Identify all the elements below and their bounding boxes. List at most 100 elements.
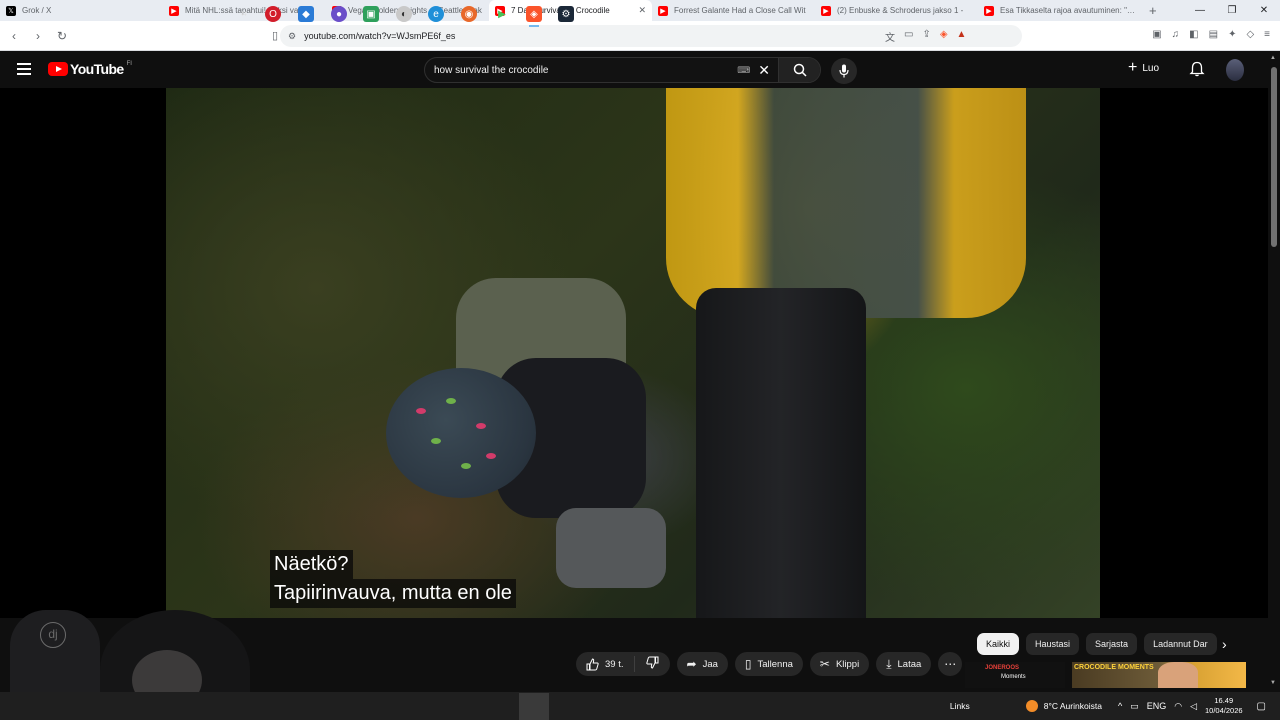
create-label: Luo <box>1142 62 1160 74</box>
youtube-header: YouTube FI how survival the crocodile ⌨ … <box>0 51 1280 88</box>
language-indicator[interactable]: ENG <box>1147 701 1167 711</box>
steam-icon[interactable]: ⚙ <box>558 6 574 22</box>
browser-tab[interactable]: ▶ (2) Enbuske & Schroderus jakso 1 - <box>815 0 978 21</box>
chip-search[interactable]: Haustasi <box>1026 633 1080 655</box>
site-info-icon[interactable]: ⚙ <box>288 31 296 42</box>
opera-icon[interactable]: O <box>265 6 281 22</box>
volume-icon[interactable]: ◁ <box>1190 701 1197 712</box>
share-button[interactable]: ➦ Jaa <box>676 652 728 676</box>
bookmark-save-icon: ▯ <box>744 657 752 671</box>
thumbnail-text: Moments <box>1001 674 1026 680</box>
page-scrollbar[interactable]: ▲ ▼ <box>1268 51 1280 688</box>
download-label: Lataa <box>897 658 922 670</box>
files-icon[interactable]: ◆ <box>298 6 314 22</box>
video-player[interactable]: Näetkö? Tapiirinvauva, mutta en ole <box>166 88 1100 618</box>
share-icon[interactable]: ⇪ <box>922 29 930 44</box>
brave-rewards-icon[interactable]: ▲ <box>957 29 967 44</box>
brave-icon[interactable]: ◈ <box>526 6 542 27</box>
create-button[interactable]: + Luo <box>1128 60 1159 76</box>
save-button[interactable]: ▯ Tallenna <box>734 652 803 676</box>
video-thumbnail[interactable]: CROCODILE MOMENTS <box>1072 662 1246 688</box>
bookmark-icon[interactable]: ▯ <box>272 29 278 42</box>
maximize-icon[interactable]: ❐ <box>1216 0 1248 21</box>
related-filter-chips: Kaikki Haustasi Sarjasta Ladannut Dar <box>977 633 1217 655</box>
scissors-icon: ✂ <box>819 657 830 671</box>
thumbnail-text: CROCODILE MOMENTS <box>1074 664 1154 671</box>
video-thumbnail[interactable]: JONEROOS Moments <box>965 662 1065 688</box>
links-toolbar[interactable]: Links <box>950 701 970 711</box>
system-tray: Links 8°C Aurinkoista ^ ▭ ENG ◠ ◁ 16.49 … <box>950 692 1280 720</box>
webcam-overlay: dj <box>0 600 250 695</box>
video-scene-hat <box>386 368 536 498</box>
youtube-play-icon <box>48 62 68 76</box>
hamburger-menu-icon[interactable] <box>17 63 31 75</box>
firefox-icon[interactable]: ◉ <box>461 6 477 22</box>
browser-tab[interactable]: 𝕏 Grok / X <box>0 0 163 21</box>
media-player-icon[interactable]: ▶ <box>494 6 510 22</box>
weather-text[interactable]: 8°C Aurinkoista <box>1044 701 1102 711</box>
video-scene-legs <box>696 288 866 618</box>
chip-all[interactable]: Kaikki <box>977 633 1020 655</box>
chip-uploader[interactable]: Ladannut Dar <box>1144 633 1217 655</box>
reload-icon[interactable]: ↻ <box>52 29 72 43</box>
like-button[interactable]: 39 t. <box>576 656 635 672</box>
taskbar-active-highlight <box>519 693 549 720</box>
taskbar-app-icon[interactable]: ⌗ <box>236 6 252 22</box>
puzzle-icon[interactable]: ✦ <box>1228 29 1236 40</box>
translate-icon[interactable]: 文 <box>885 29 895 44</box>
address-bar-row: ‹ › ↻ ▯ ⚙ youtube.com/watch?v=WJsmPE6f_e… <box>0 21 1280 51</box>
youtube-logo[interactable]: YouTube FI <box>48 61 132 77</box>
share-arrow-icon: ➦ <box>686 657 697 671</box>
clip-label: Klippi <box>835 658 860 670</box>
clear-search-icon[interactable]: ✕ <box>758 62 770 79</box>
wifi-icon[interactable]: ◠ <box>1174 701 1182 712</box>
voice-search-button[interactable] <box>831 58 857 84</box>
download-button[interactable]: ⤓ Lataa <box>876 652 932 676</box>
search-box[interactable]: how survival the crocodile ⌨ ✕ <box>424 57 821 83</box>
forward-icon[interactable]: › <box>28 29 48 43</box>
microphone-icon <box>839 64 849 78</box>
video-scene-shorts <box>556 508 666 588</box>
tab-title: Esa Tikkaselta rajoa avautuminen: "Ku <box>1000 6 1135 15</box>
brave-shields-icon[interactable]: ◈ <box>940 29 948 44</box>
app-gray-icon[interactable]: ◐ <box>396 6 412 22</box>
close-tab-icon[interactable]: ✕ <box>638 5 646 16</box>
messenger-icon[interactable]: ● <box>331 6 347 22</box>
dislike-button[interactable] <box>635 656 670 672</box>
more-actions-button[interactable]: ⋯ <box>938 652 963 676</box>
tab-title: (2) Enbuske & Schroderus jakso 1 - <box>837 6 964 15</box>
cast-icon[interactable]: ▭ <box>904 29 913 44</box>
search-button[interactable] <box>778 58 820 82</box>
video-subtitles: Näetkö? Tapiirinvauva, mutta en ole <box>270 550 516 608</box>
sidebar-icon[interactable]: ◧ <box>1189 29 1198 40</box>
back-icon[interactable]: ‹ <box>4 29 24 43</box>
close-window-icon[interactable]: ✕ <box>1248 0 1280 21</box>
new-tab-button[interactable]: + <box>1141 3 1165 18</box>
browser-tab[interactable]: ▶ Esa Tikkaselta rajoa avautuminen: "Ku <box>978 0 1141 21</box>
app-green-icon[interactable]: ▣ <box>363 6 379 22</box>
edge-icon[interactable]: e <box>428 6 444 22</box>
notifications-bell-icon[interactable] <box>1189 61 1205 77</box>
minimize-icon[interactable]: — <box>1184 0 1216 21</box>
menu-icon[interactable]: ≡ <box>1264 29 1270 40</box>
clock[interactable]: 16.49 10/04/2026 <box>1205 696 1243 716</box>
extension-icon[interactable]: ▣ <box>1152 29 1161 40</box>
network-icon[interactable]: ▭ <box>1130 701 1139 712</box>
avatar[interactable] <box>1226 59 1244 81</box>
plus-icon: + <box>1128 59 1138 76</box>
browser-tab[interactable]: ▶ Forrest Galante Had a Close Call Wit <box>652 0 815 21</box>
chevron-up-icon[interactable]: ^ <box>1118 701 1122 711</box>
keyboard-icon[interactable]: ⌨ <box>737 65 750 76</box>
media-icon[interactable]: ♫ <box>1172 29 1180 40</box>
scroll-up-icon[interactable]: ▲ <box>1270 55 1276 61</box>
scrollbar-thumb[interactable] <box>1271 67 1277 247</box>
chip-series[interactable]: Sarjasta <box>1086 633 1138 655</box>
notification-icon[interactable]: ▢ <box>1257 701 1266 712</box>
wallet-icon[interactable]: ▤ <box>1209 29 1218 40</box>
clip-button[interactable]: ✂ Klippi <box>809 652 870 676</box>
chevron-right-icon[interactable]: › <box>1222 636 1227 652</box>
scroll-down-icon[interactable]: ▼ <box>1270 680 1276 686</box>
search-input[interactable]: how survival the crocodile <box>434 65 737 76</box>
subtitle-line: Näetkö? <box>270 550 353 579</box>
vpn-icon[interactable]: ◇ <box>1246 29 1254 40</box>
